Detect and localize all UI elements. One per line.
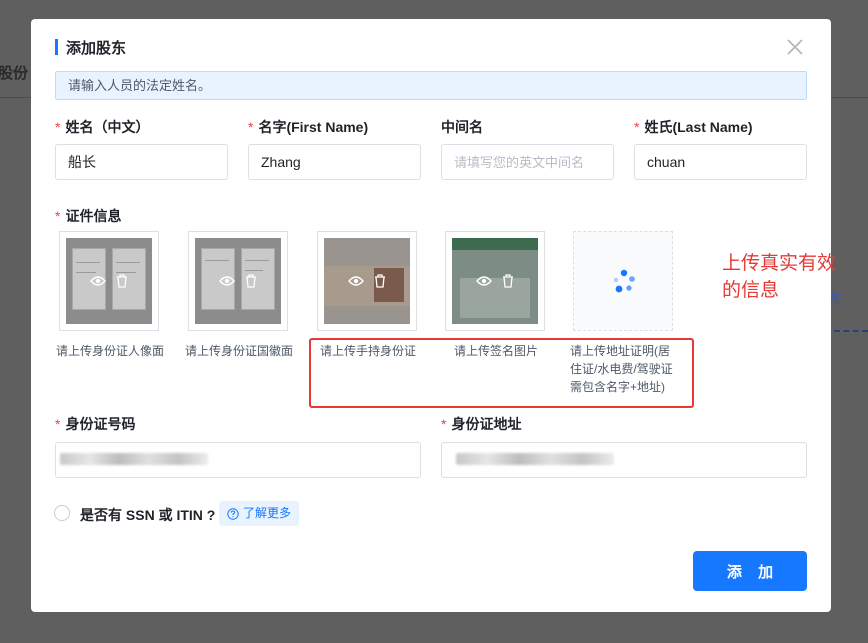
required-mark: *	[634, 119, 640, 135]
help-circle-icon	[227, 507, 239, 520]
close-icon	[787, 39, 803, 55]
id-number-input[interactable]	[55, 442, 421, 478]
handheld-id-caption: 请上传手持身份证	[320, 344, 417, 358]
loading-spinner-icon	[613, 269, 635, 293]
handheld-id-image	[324, 238, 410, 324]
background-divider	[831, 97, 868, 98]
delete-trash-icon[interactable]	[245, 274, 257, 288]
thumbnail-actions	[66, 238, 152, 324]
middle-name-input[interactable]	[441, 144, 614, 180]
title-accent-bar	[55, 39, 58, 55]
required-mark: *	[55, 119, 61, 135]
background-page-fragment: 股份	[0, 65, 29, 82]
redacted-value	[456, 453, 614, 465]
last-name-input[interactable]	[634, 144, 807, 180]
id-back-thumbnail[interactable]	[188, 231, 288, 331]
handheld-id-thumbnail[interactable]	[317, 231, 417, 331]
first-name-label: * 名字(First Name)	[248, 119, 369, 135]
delete-trash-icon[interactable]	[502, 274, 514, 288]
redacted-value	[60, 453, 208, 465]
preview-eye-icon[interactable]	[348, 275, 364, 287]
delete-trash-icon[interactable]	[116, 274, 128, 288]
ssn-radio[interactable]	[54, 505, 70, 521]
dialog-title: 添加股东	[66, 39, 127, 57]
required-mark: *	[248, 119, 254, 135]
id-address-label: * 身份证地址	[441, 416, 522, 432]
chinese-name-input[interactable]	[55, 144, 228, 180]
id-number-label: * 身份证号码	[55, 416, 136, 432]
thumbnail-actions	[195, 238, 281, 324]
address-proof-upload[interactable]	[573, 231, 673, 331]
add-button[interactable]: 添 加	[693, 551, 807, 591]
id-front-thumbnail[interactable]	[59, 231, 159, 331]
hint-banner: 请输入人员的法定姓名。	[55, 71, 807, 100]
thumbnail-actions	[452, 238, 538, 324]
signature-image	[452, 238, 538, 324]
learn-more-button[interactable]: 了解更多	[219, 501, 300, 526]
id-front-caption: 请上传身份证人像面	[56, 344, 165, 358]
background-dashed-line	[834, 330, 868, 332]
documents-label: * 证件信息	[55, 208, 122, 224]
add-shareholder-dialog: 添加股东 请输入人员的法定姓名。 * 姓名（中文） * 名字(First Name)…	[31, 19, 831, 612]
signature-caption: 请上传签名图片	[454, 344, 539, 358]
dialog-header: 添加股东	[55, 37, 126, 57]
id-front-image	[66, 238, 152, 324]
preview-eye-icon[interactable]	[90, 275, 106, 287]
middle-name-label: 中间名	[441, 119, 483, 135]
id-back-caption: 请上传身份证国徽面	[185, 344, 294, 358]
first-name-input[interactable]	[248, 144, 421, 180]
preview-eye-icon[interactable]	[219, 275, 235, 287]
ssn-question: 是否有 SSN 或 ITIN ?	[80, 507, 216, 523]
annotation-note: 上传真实有效的信息	[722, 253, 837, 301]
learn-more-label: 了解更多	[243, 506, 292, 520]
chinese-name-label: * 姓名（中文）	[55, 119, 150, 135]
required-mark: *	[441, 416, 447, 432]
required-mark: *	[55, 416, 61, 432]
thumbnail-actions	[324, 238, 410, 324]
required-mark: *	[55, 208, 61, 224]
id-back-image	[195, 238, 281, 324]
close-button[interactable]	[785, 37, 805, 57]
id-address-input[interactable]	[441, 442, 807, 478]
address-proof-caption: 请上传地址证明(居住证/水电费/驾驶证需包含名字+地址)	[570, 344, 673, 394]
last-name-label: * 姓氏(Last Name)	[634, 119, 753, 135]
preview-eye-icon[interactable]	[476, 275, 492, 287]
signature-thumbnail[interactable]	[445, 231, 545, 331]
delete-trash-icon[interactable]	[374, 274, 386, 288]
background-divider	[0, 97, 31, 98]
